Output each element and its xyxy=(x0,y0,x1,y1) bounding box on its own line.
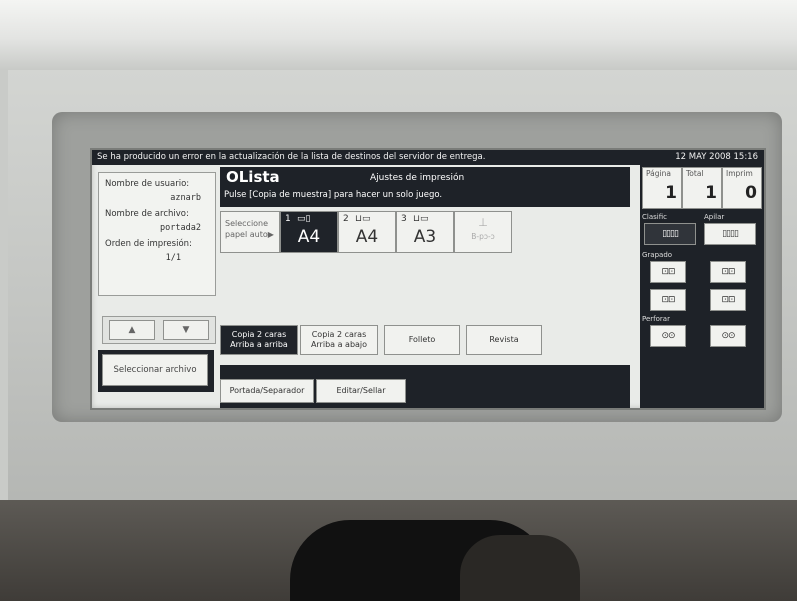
tray-1-icon: ▭▯ xyxy=(297,214,311,224)
cover-separator-button[interactable]: Portada/Separador xyxy=(220,379,314,403)
tray-3-size: A3 xyxy=(413,227,437,247)
page-counter: Página 1 xyxy=(642,167,682,209)
booklet-label: Folleto xyxy=(408,335,436,344)
edit-stamp-label: Editar/Sellar xyxy=(336,386,386,395)
magazine-label: Revista xyxy=(489,335,519,344)
datetime: 12 MAY 2008 15:16 xyxy=(675,152,758,162)
tray-3-number: 3 xyxy=(401,214,407,224)
print-settings-area: OLista Ajustes de impresión Pulse [Copia… xyxy=(220,165,630,408)
paper-trays: Seleccione papel auto▶ 1 ▭▯ A4 2 ⊔▭ A4 3… xyxy=(220,211,630,257)
page-counter-value: 1 xyxy=(665,183,677,203)
select-file-area: Seleccionar archivo xyxy=(98,350,214,392)
bypass-icon: ⊥ xyxy=(478,216,488,229)
tray-1-number: 1 xyxy=(285,214,291,224)
print-counter: Imprim 0 xyxy=(722,167,762,209)
scroll-buttons: ▲ ▼ xyxy=(102,316,216,344)
auto-paper-label: Seleccione papel auto▶ xyxy=(225,219,274,239)
duplex-top-to-top-line2: Arriba a arriba xyxy=(230,340,288,349)
tray-2-size: A4 xyxy=(355,227,379,247)
floor-area xyxy=(0,500,797,601)
error-message: Se ha producido un error en la actualiza… xyxy=(97,152,486,162)
status-title: OLista xyxy=(226,168,280,186)
stack-icon[interactable]: ▯▯▯▯ xyxy=(704,223,756,245)
message-bar: Se ha producido un error en la actualiza… xyxy=(92,150,764,165)
page-title: Ajustes de impresión xyxy=(370,173,465,183)
hint-text: Pulse [Copia de muestra] para hacer un s… xyxy=(224,190,443,200)
select-file-button[interactable]: Seleccionar archivo xyxy=(102,354,208,386)
bypass-label: B-pɔ-ɔ xyxy=(471,232,495,241)
bottom-bar: Portada/Separador Editar/Sellar xyxy=(220,365,630,408)
punch-top-icon[interactable]: ⊙⊙ xyxy=(710,325,746,347)
order-label: Orden de impresión: xyxy=(105,239,192,249)
tray-1-size: A4 xyxy=(297,227,321,247)
tray-2-number: 2 xyxy=(343,214,349,224)
tray-3-icon: ⊔▭ xyxy=(413,214,429,224)
print-counter-value: 0 xyxy=(745,183,757,203)
duplex-options: Copia 2 caras Arriba a arriba Copia 2 car… xyxy=(220,325,630,359)
edit-stamp-button[interactable]: Editar/Sellar xyxy=(316,379,406,403)
scroll-up-button[interactable]: ▲ xyxy=(109,320,155,340)
cover-separator-label: Portada/Separador xyxy=(229,386,305,395)
sort-icon[interactable]: ▯▯▯▯ xyxy=(644,223,696,245)
auto-paper-button[interactable]: Seleccione papel auto▶ xyxy=(220,211,280,253)
punch-left-icon[interactable]: ⊙⊙ xyxy=(650,325,686,347)
duplex-top-to-top-line1: Copia 2 caras xyxy=(231,330,287,339)
total-counter-label: Total xyxy=(686,169,704,178)
shoe xyxy=(460,535,580,601)
job-info-panel: Nombre de usuario: aznarb Nombre de arch… xyxy=(98,172,216,296)
staple-top-right-icon[interactable]: ⊡⊡ xyxy=(710,261,746,283)
file-label: Nombre de archivo: xyxy=(105,209,189,219)
total-counter-value: 1 xyxy=(705,183,717,203)
stack-label: Apilar xyxy=(704,213,725,221)
staple-label: Grapado xyxy=(642,251,673,259)
bypass-tray-button[interactable]: ⊥ B-pɔ-ɔ xyxy=(454,211,512,253)
copier-top-panel xyxy=(0,0,797,70)
finishing-panel: Página 1 Total 1 Imprim 0 Clasific Apila… xyxy=(640,165,764,408)
duplex-top-to-bottom-button[interactable]: Copia 2 caras Arriba a abajo xyxy=(300,325,378,355)
counters: Página 1 Total 1 Imprim 0 xyxy=(642,167,762,209)
duplex-top-to-bottom-line2: Arriba a abajo xyxy=(310,340,368,349)
duplex-top-to-top-button[interactable]: Copia 2 caras Arriba a arriba xyxy=(220,325,298,355)
settings-header: OLista Ajustes de impresión Pulse [Copia… xyxy=(220,167,630,207)
print-counter-label: Imprim xyxy=(726,169,753,178)
tray-2-icon: ⊔▭ xyxy=(355,214,371,224)
staple-double-top-icon[interactable]: ⊡⊡ xyxy=(710,289,746,311)
file-value: portada2 xyxy=(160,223,201,233)
order-value: 1/1 xyxy=(165,253,181,263)
lcd-screen: Se ha producido un error en la actualiza… xyxy=(92,150,764,408)
tray-2-button[interactable]: 2 ⊔▭ A4 xyxy=(338,211,396,253)
staple-double-left-icon[interactable]: ⊡⊡ xyxy=(650,289,686,311)
total-counter: Total 1 xyxy=(682,167,722,209)
tray-1-button[interactable]: 1 ▭▯ A4 xyxy=(280,211,338,253)
page-counter-label: Página xyxy=(646,169,671,178)
user-label: Nombre de usuario: xyxy=(105,179,190,189)
duplex-top-to-bottom-line1: Copia 2 caras xyxy=(311,330,367,339)
tray-3-button[interactable]: 3 ⊔▭ A3 xyxy=(396,211,454,253)
magazine-button[interactable]: Revista xyxy=(466,325,542,355)
punch-label: Perforar xyxy=(642,315,670,323)
booklet-button[interactable]: Folleto xyxy=(384,325,460,355)
staple-top-left-icon[interactable]: ⊡⊡ xyxy=(650,261,686,283)
user-value: aznarb xyxy=(170,193,201,203)
scroll-down-button[interactable]: ▼ xyxy=(163,320,209,340)
